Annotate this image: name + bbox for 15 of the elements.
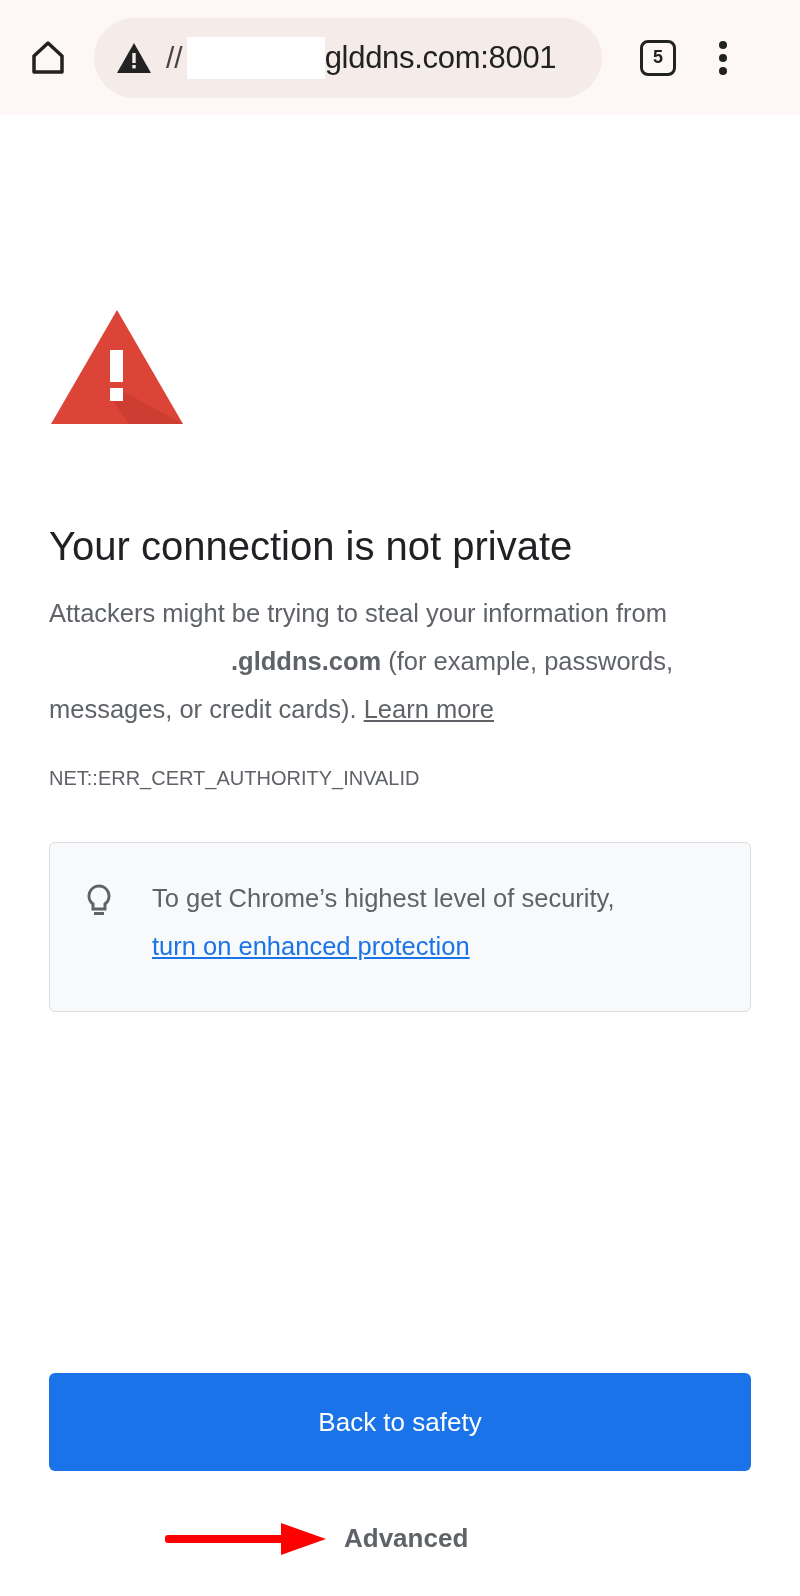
enhanced-protection-link[interactable]: turn on enhanced protection: [152, 932, 470, 960]
error-code: NET::ERR_CERT_AUTHORITY_INVALID: [49, 767, 420, 790]
learn-more-link[interactable]: Learn more: [363, 695, 495, 723]
page-heading: Your connection is not private: [49, 524, 573, 569]
warning-icon: [116, 41, 152, 74]
url-scheme: //: [166, 40, 183, 75]
advanced-button[interactable]: Advanced: [340, 1519, 473, 1558]
tip-text: To get Chrome’s highest level of security, turn on enhanced protection: [152, 883, 615, 962]
menu-icon[interactable]: [718, 39, 728, 76]
back-to-safety-button[interactable]: Back to safety: [49, 1373, 751, 1471]
warning-text: Attackers might be trying to steal your information from .glddns.com (for example, passwords, messages, or credit cards). Learn more: [49, 598, 675, 725]
url-host: glddns.com:8001: [324, 39, 557, 76]
tab-count-button[interactable]: 5: [640, 39, 676, 76]
address-bar[interactable]: // glddns.com:8001: [94, 17, 602, 98]
warning-triangle-icon: [49, 308, 185, 426]
